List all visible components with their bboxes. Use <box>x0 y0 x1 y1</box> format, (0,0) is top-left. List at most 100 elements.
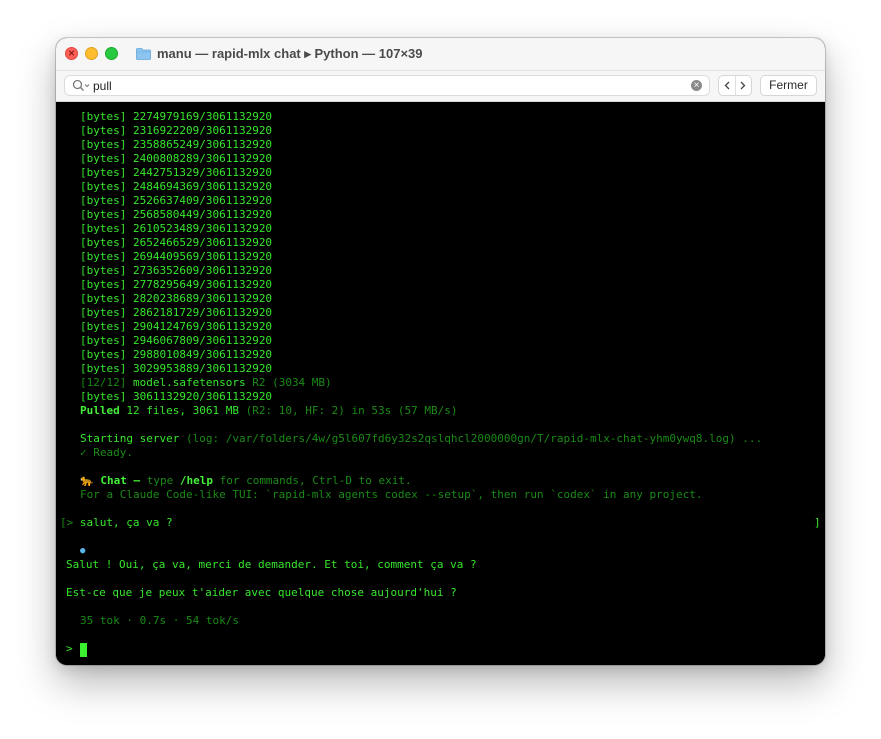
close-window-button[interactable] <box>65 45 78 61</box>
terminal-output[interactable]: [bytes] 2274979169/3061132920 [bytes] 231… <box>56 102 825 665</box>
previous-match-button[interactable] <box>719 76 736 95</box>
search-icon[interactable] <box>72 79 90 92</box>
window-title: manu — rapid-mlx chat ▸ Python — 107×39 <box>157 46 423 61</box>
progress-tag: [bytes] <box>80 194 127 207</box>
progress-tag: [bytes] <box>80 334 127 347</box>
model-file-line: [12/12] model.safetensors R2 (3034 MB) <box>80 376 332 390</box>
assistant-reply-1: Salut ! Oui, ça va, merci de demander. E… <box>66 558 477 571</box>
progress-line: [bytes] 2694409569/3061132920 <box>80 250 272 264</box>
minimize-window-button[interactable] <box>85 47 98 60</box>
prompt-symbol: [> <box>60 516 74 529</box>
progress-value: 2862181729/3061132920 <box>132 306 273 319</box>
next-match-button[interactable] <box>736 76 752 95</box>
progress-tag: [bytes] <box>80 222 127 235</box>
progress-value: 3029953889/3061132920 <box>132 362 273 375</box>
progress-value: 2484694369/3061132920 <box>132 180 273 193</box>
progress-tag: [bytes] <box>80 110 127 123</box>
assistant-reply-2: Est-ce que je peux t'aider avec quelque … <box>66 586 457 599</box>
file-name: model.safetensors <box>132 376 246 389</box>
progress-value: 3061132920/3061132920 <box>132 390 273 403</box>
progress-tag: [bytes] <box>80 166 127 179</box>
progress-line: [bytes] 2274979169/3061132920 <box>80 110 272 124</box>
progress-line: [bytes] 2904124769/3061132920 <box>80 320 272 334</box>
input-prompt: > <box>66 642 73 655</box>
progress-line: [bytes] 2610523489/3061132920 <box>80 222 272 236</box>
folder-icon <box>136 48 151 60</box>
progress-line: [bytes] 3029953889/3061132920 <box>80 362 272 376</box>
progress-value: 2274979169/3061132920 <box>132 110 273 123</box>
progress-tag: [bytes] <box>80 264 127 277</box>
progress-line: [bytes] 2652466529/3061132920 <box>80 236 272 250</box>
chevron-right-icon <box>740 81 746 90</box>
progress-value: 2568580449/3061132920 <box>132 208 273 221</box>
progress-line: [bytes] 2358865249/3061132920 <box>80 138 272 152</box>
server-log-path: (log: /var/folders/4w/g5l607fd6y32s2qslq… <box>185 432 763 445</box>
title-bar[interactable]: manu — rapid-mlx chat ▸ Python — 107×39 <box>56 38 825 71</box>
chat-title: Chat — <box>100 474 141 487</box>
progress-tag: [bytes] <box>80 208 127 221</box>
progress-line: [bytes] 2526637409/3061132920 <box>80 194 272 208</box>
progress-value: 2778295649/3061132920 <box>132 278 273 291</box>
user-message-close-bracket: ] <box>814 516 821 529</box>
progress-tag: [bytes] <box>80 124 127 137</box>
progress-value: 2400808289/3061132920 <box>132 152 273 165</box>
close-find-button[interactable]: Fermer <box>760 75 817 96</box>
find-field[interactable]: × <box>64 75 710 96</box>
pulled-summary: 12 files, 3061 MB <box>126 404 239 417</box>
server-start-line: Starting server (log: /var/folders/4w/g5… <box>80 432 762 446</box>
terminal-window: manu — rapid-mlx chat ▸ Python — 107×39 … <box>56 38 825 665</box>
final-progress-line: [bytes] 3061132920/3061132920 <box>80 390 272 404</box>
user-message: salut, ça va ? <box>79 516 173 529</box>
chevron-left-icon <box>724 81 730 90</box>
progress-tag: [bytes] <box>80 348 127 361</box>
pulled-summary-line: Pulled 12 files, 3061 MB (R2: 10, HF: 2)… <box>80 404 458 418</box>
leopard-icon: 🐆 <box>80 474 94 487</box>
progress-tag: [bytes] <box>80 362 127 375</box>
progress-line: [bytes] 2988010849/3061132920 <box>80 348 272 362</box>
find-input[interactable] <box>93 78 653 93</box>
progress-value: 2652466529/3061132920 <box>132 236 273 249</box>
progress-line: [bytes] 2862181729/3061132920 <box>80 306 272 320</box>
help-command: /help <box>179 474 213 487</box>
progress-tag: [bytes] <box>80 292 127 305</box>
progress-tag: [bytes] <box>80 278 127 291</box>
progress-line: [bytes] 2484694369/3061132920 <box>80 180 272 194</box>
user-message-line: [> salut, ça va ? <box>60 516 173 530</box>
window-title-group: manu — rapid-mlx chat ▸ Python — 107×39 <box>136 38 423 70</box>
progress-line: [bytes] 2820238689/3061132920 <box>80 292 272 306</box>
progress-line: [bytes] 2400808289/3061132920 <box>80 152 272 166</box>
progress-value: 2820238689/3061132920 <box>132 292 273 305</box>
progress-line: [bytes] 2778295649/3061132920 <box>80 278 272 292</box>
progress-value: 2526637409/3061132920 <box>132 194 273 207</box>
progress-line: [bytes] 2736352609/3061132920 <box>80 264 272 278</box>
progress-value: 2442751329/3061132920 <box>132 166 273 179</box>
progress-value: 2316922209/3061132920 <box>132 124 273 137</box>
progress-line: [bytes] 2316922209/3061132920 <box>80 124 272 138</box>
clear-search-icon[interactable]: × <box>691 80 702 91</box>
file-counter: [12/12] <box>80 376 127 389</box>
progress-line: [bytes] 2442751329/3061132920 <box>80 166 272 180</box>
progress-tag: [bytes] <box>80 152 127 165</box>
progress-line: [bytes] 2568580449/3061132920 <box>80 208 272 222</box>
tui-hint-line: For a Claude Code-like TUI: `rapid-mlx a… <box>80 488 703 501</box>
progress-value: 2946067809/3061132920 <box>132 334 273 347</box>
pulled-label: Pulled <box>80 404 120 417</box>
progress-tag: [bytes] <box>80 236 127 249</box>
server-label: Starting server <box>80 432 180 445</box>
progress-line: [bytes] 2946067809/3061132920 <box>80 334 272 348</box>
find-bar: × Fermer <box>56 71 825 102</box>
progress-value: 2904124769/3061132920 <box>132 320 273 333</box>
generation-stats: 35 tok · 0.7s · 54 tok/s <box>80 614 239 627</box>
server-ready-line: ✓ Ready. <box>80 446 133 459</box>
chat-intro-post: for commands, Ctrl-D to exit. <box>219 474 412 487</box>
text-cursor[interactable] <box>80 643 87 657</box>
progress-value: 2610523489/3061132920 <box>132 222 273 235</box>
progress-tag: [bytes] <box>80 306 127 319</box>
find-navigation <box>718 75 752 96</box>
progress-value: 2358865249/3061132920 <box>132 138 273 151</box>
progress-tag: [bytes] <box>80 320 127 333</box>
file-detail: R2 (3034 MB) <box>252 376 332 389</box>
progress-tag: [bytes] <box>80 180 127 193</box>
zoom-window-button[interactable] <box>105 47 118 60</box>
progress-value: 2988010849/3061132920 <box>132 348 273 361</box>
